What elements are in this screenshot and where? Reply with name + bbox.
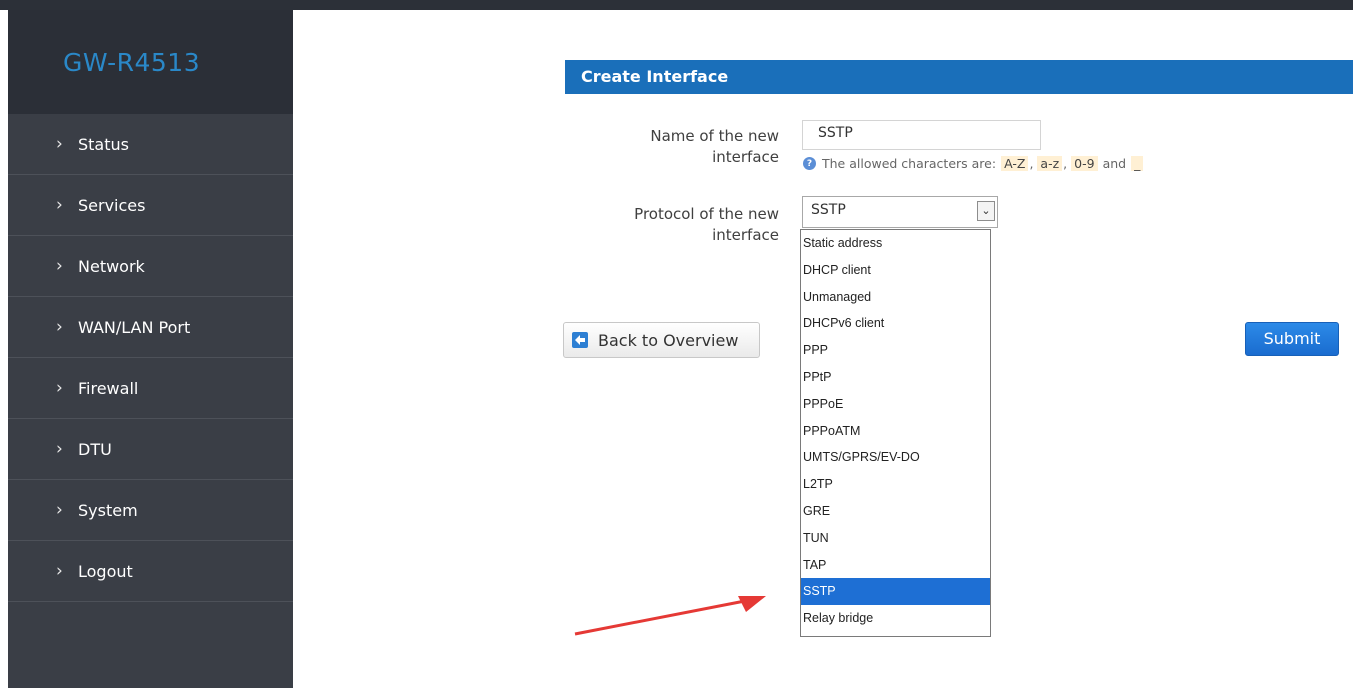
protocol-field-label: Protocol of the new interface xyxy=(539,204,779,246)
hint-conj: and xyxy=(1102,156,1127,171)
hint-char-upper: A-Z xyxy=(1001,156,1029,171)
chevron-right-icon: › xyxy=(56,317,63,337)
protocol-select-value: SSTP xyxy=(811,202,846,218)
back-arrow-icon xyxy=(572,332,588,348)
sidebar-item-label: DTU xyxy=(78,439,112,459)
protocol-dropdown-list: Static address DHCP client Unmanaged DHCPv6… xyxy=(800,229,991,637)
back-to-overview-button[interactable]: Back to Overview xyxy=(563,322,760,358)
sidebar-item-label: Logout xyxy=(78,561,133,581)
submit-button[interactable]: Submit xyxy=(1245,322,1339,356)
sidebar-item-logout[interactable]: › Logout xyxy=(8,541,293,602)
logo-area: GW-R4513 xyxy=(8,10,293,114)
sidebar-item-wan-lan-port[interactable]: › WAN/LAN Port xyxy=(8,297,293,358)
protocol-option[interactable]: PPPoATM xyxy=(801,418,990,445)
hint-char-digits: 0-9 xyxy=(1071,156,1098,171)
sidebar-item-dtu[interactable]: › DTU xyxy=(8,419,293,480)
protocol-option[interactable]: TUN xyxy=(801,525,990,552)
protocol-option[interactable]: Static address xyxy=(801,230,990,257)
section-title: Create Interface xyxy=(565,60,1353,94)
protocol-option[interactable]: SSTP xyxy=(801,578,990,606)
sidebar-item-firewall[interactable]: › Firewall xyxy=(8,358,293,419)
protocol-option[interactable]: PPPoE xyxy=(801,391,990,418)
name-hint: ? The allowed characters are: A-Z, a-z, … xyxy=(803,156,1144,171)
interface-name-input[interactable]: SSTP xyxy=(802,120,1041,150)
sidebar-item-status[interactable]: › Status xyxy=(8,114,293,175)
back-button-label: Back to Overview xyxy=(598,330,739,350)
chevron-right-icon: › xyxy=(56,256,63,276)
sidebar-item-services[interactable]: › Services xyxy=(8,175,293,236)
protocol-option[interactable]: PPtP xyxy=(801,364,990,391)
brand-logo: GW-R4513 xyxy=(63,47,201,77)
sidebar-item-label: Firewall xyxy=(78,378,139,398)
protocol-select[interactable]: SSTP ⌄ xyxy=(802,196,998,228)
protocol-option[interactable]: UMTS/GPRS/EV-DO xyxy=(801,444,990,471)
chevron-down-icon[interactable]: ⌄ xyxy=(977,201,995,221)
chevron-right-icon: › xyxy=(56,500,63,520)
sidebar-item-label: Services xyxy=(78,195,146,215)
main-content: Create Interface Name of the new interfa… xyxy=(293,10,1353,688)
chevron-right-icon: › xyxy=(56,378,63,398)
hint-char-lower: a-z xyxy=(1037,156,1063,171)
name-field-label: Name of the new interface xyxy=(539,126,779,168)
chevron-right-icon: › xyxy=(56,561,63,581)
sidebar-item-label: System xyxy=(78,500,138,520)
protocol-option[interactable]: PPP xyxy=(801,337,990,364)
protocol-option[interactable]: Unmanaged xyxy=(801,284,990,311)
protocol-option[interactable]: TAP xyxy=(801,552,990,579)
name-label-line1: Name of the new xyxy=(650,127,779,145)
protocol-option[interactable]: DHCP client xyxy=(801,257,990,284)
sidebar-item-network[interactable]: › Network xyxy=(8,236,293,297)
chevron-right-icon: › xyxy=(56,439,63,459)
name-label-line2: interface xyxy=(712,148,779,166)
sidebar-item-label: Status xyxy=(78,134,129,154)
chevron-right-icon: › xyxy=(56,134,63,154)
sidebar-item-label: WAN/LAN Port xyxy=(78,317,191,337)
top-bar xyxy=(0,0,1353,10)
sidebar-item-system[interactable]: › System xyxy=(8,480,293,541)
help-icon: ? xyxy=(803,157,816,170)
protocol-label-line1: Protocol of the new xyxy=(634,205,779,223)
sidebar-item-label: Network xyxy=(78,256,145,276)
protocol-option[interactable]: DHCPv6 client xyxy=(801,310,990,337)
protocol-option[interactable]: Relay bridge xyxy=(801,605,990,632)
hint-prefix: The allowed characters are: xyxy=(822,156,997,171)
annotation-arrow-icon xyxy=(574,596,766,636)
protocol-option[interactable]: GRE xyxy=(801,498,990,525)
protocol-option[interactable]: L2TP xyxy=(801,471,990,498)
protocol-label-line2: interface xyxy=(712,226,779,244)
chevron-right-icon: › xyxy=(56,195,63,215)
hint-char-underscore: _ xyxy=(1131,156,1144,171)
sidebar: GW-R4513 › Status › Services › Network ›… xyxy=(8,10,293,688)
